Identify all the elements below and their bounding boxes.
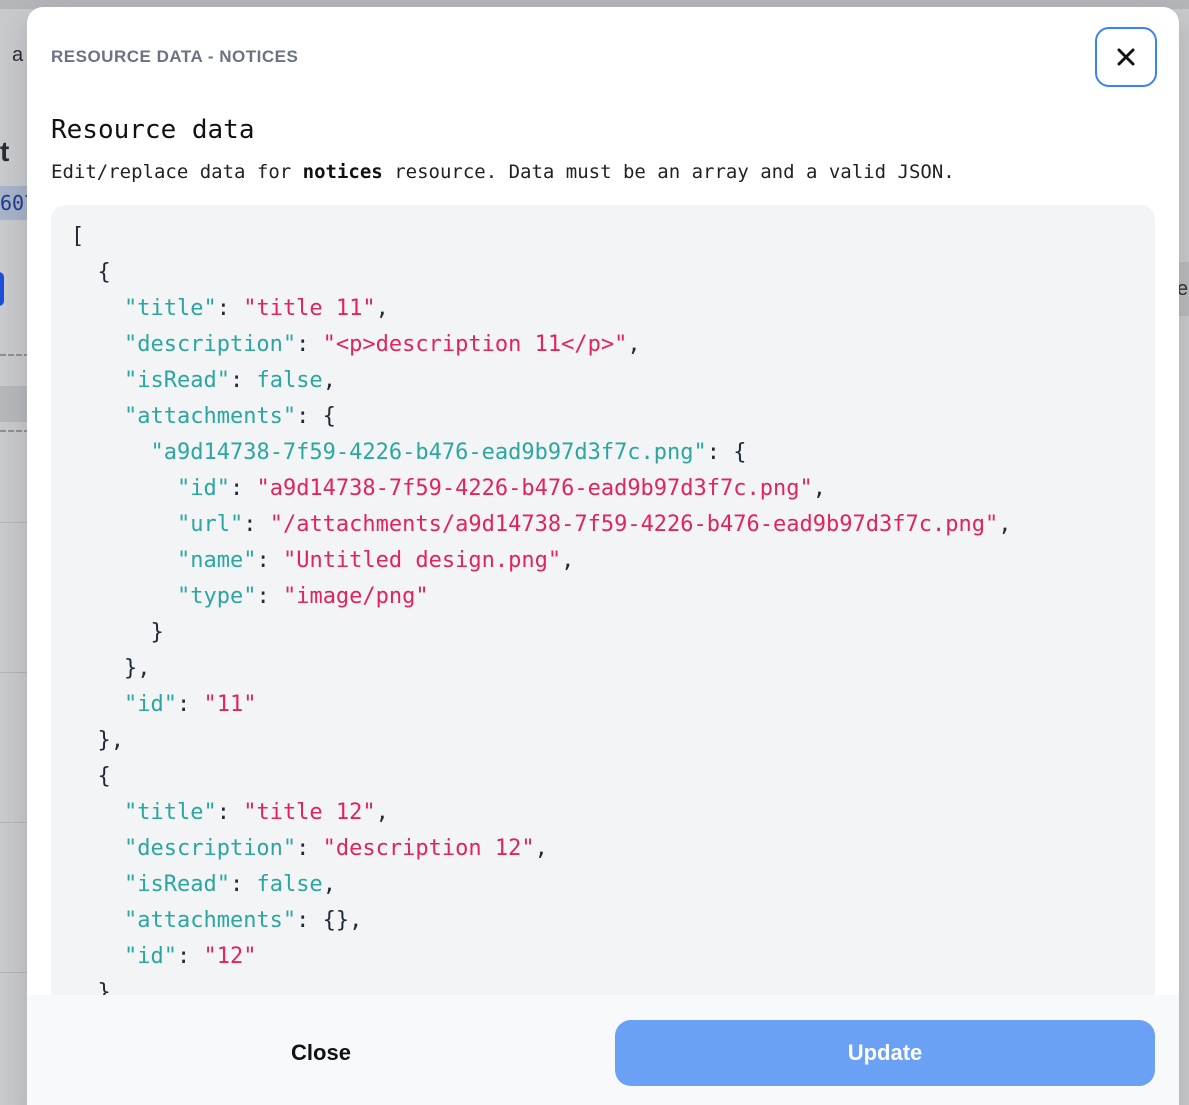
json-line: "id": "11" [123,692,257,717]
json-line: "name": "Untitled design.png", [176,548,575,573]
background-divider [0,972,30,973]
json-line: "attachments": {}, [123,908,363,933]
close-button[interactable]: Close [183,1021,459,1085]
json-line: "a9d14738-7f59-4226-b476-ead9b97d3f7c.pn… [150,440,747,465]
json-line: "isRead": false, [123,368,336,393]
description-prefix: Edit/replace data for [51,161,303,183]
close-x-icon [1117,48,1135,66]
json-line: "attachments": { [123,404,336,429]
background-partial-button [0,272,4,306]
json-line: "url": "/attachments/a9d14738-7f59-4226-… [176,512,1012,537]
resource-name: notices [302,161,383,183]
json-editor[interactable]: [ { "title": "title 11", "description": … [51,205,1155,1005]
background-divider [0,430,30,432]
background-divider [0,822,30,823]
json-line: "title": "title 12", [123,800,389,825]
json-line: } [71,620,164,645]
description-suffix: resource. Data must be an array and a va… [382,161,955,183]
background-divider [0,522,30,523]
json-line: [ [71,224,85,249]
resource-data-title: Resource data [51,115,255,145]
background-partial-badge: 607 [0,186,30,220]
json-line: { [71,764,111,789]
json-line: "description": "description 12", [123,836,548,861]
modal-header: RESOURCE DATA - NOTICES [51,47,299,66]
modal-footer: Close Update [27,995,1179,1105]
background-divider [0,354,30,356]
resource-data-modal: RESOURCE DATA - NOTICES Resource data Ed… [27,7,1179,1105]
json-line: }, [71,728,124,753]
json-line: { [71,260,111,285]
json-line: "title": "title 11", [123,296,389,321]
resource-data-description: Edit/replace data for notices resource. … [51,161,955,183]
json-line: }, [71,656,151,681]
json-line: "id": "a9d14738-7f59-4226-b476-ead9b97d3… [176,476,826,501]
json-line: "type": "image/png" [176,584,429,609]
background-partial-heading: t [0,136,10,167]
update-button[interactable]: Update [615,1020,1155,1086]
background-row [0,386,30,422]
background-divider [0,672,30,673]
background-partial-text: a [12,44,24,66]
json-line: "description": "<p>description 11</p>", [123,332,641,357]
json-line: "id": "12" [123,944,257,969]
modal-close-button[interactable] [1095,27,1157,87]
json-line: "isRead": false, [123,872,336,897]
json-code[interactable]: [ { "title": "title 11", "description": … [51,205,1155,1005]
